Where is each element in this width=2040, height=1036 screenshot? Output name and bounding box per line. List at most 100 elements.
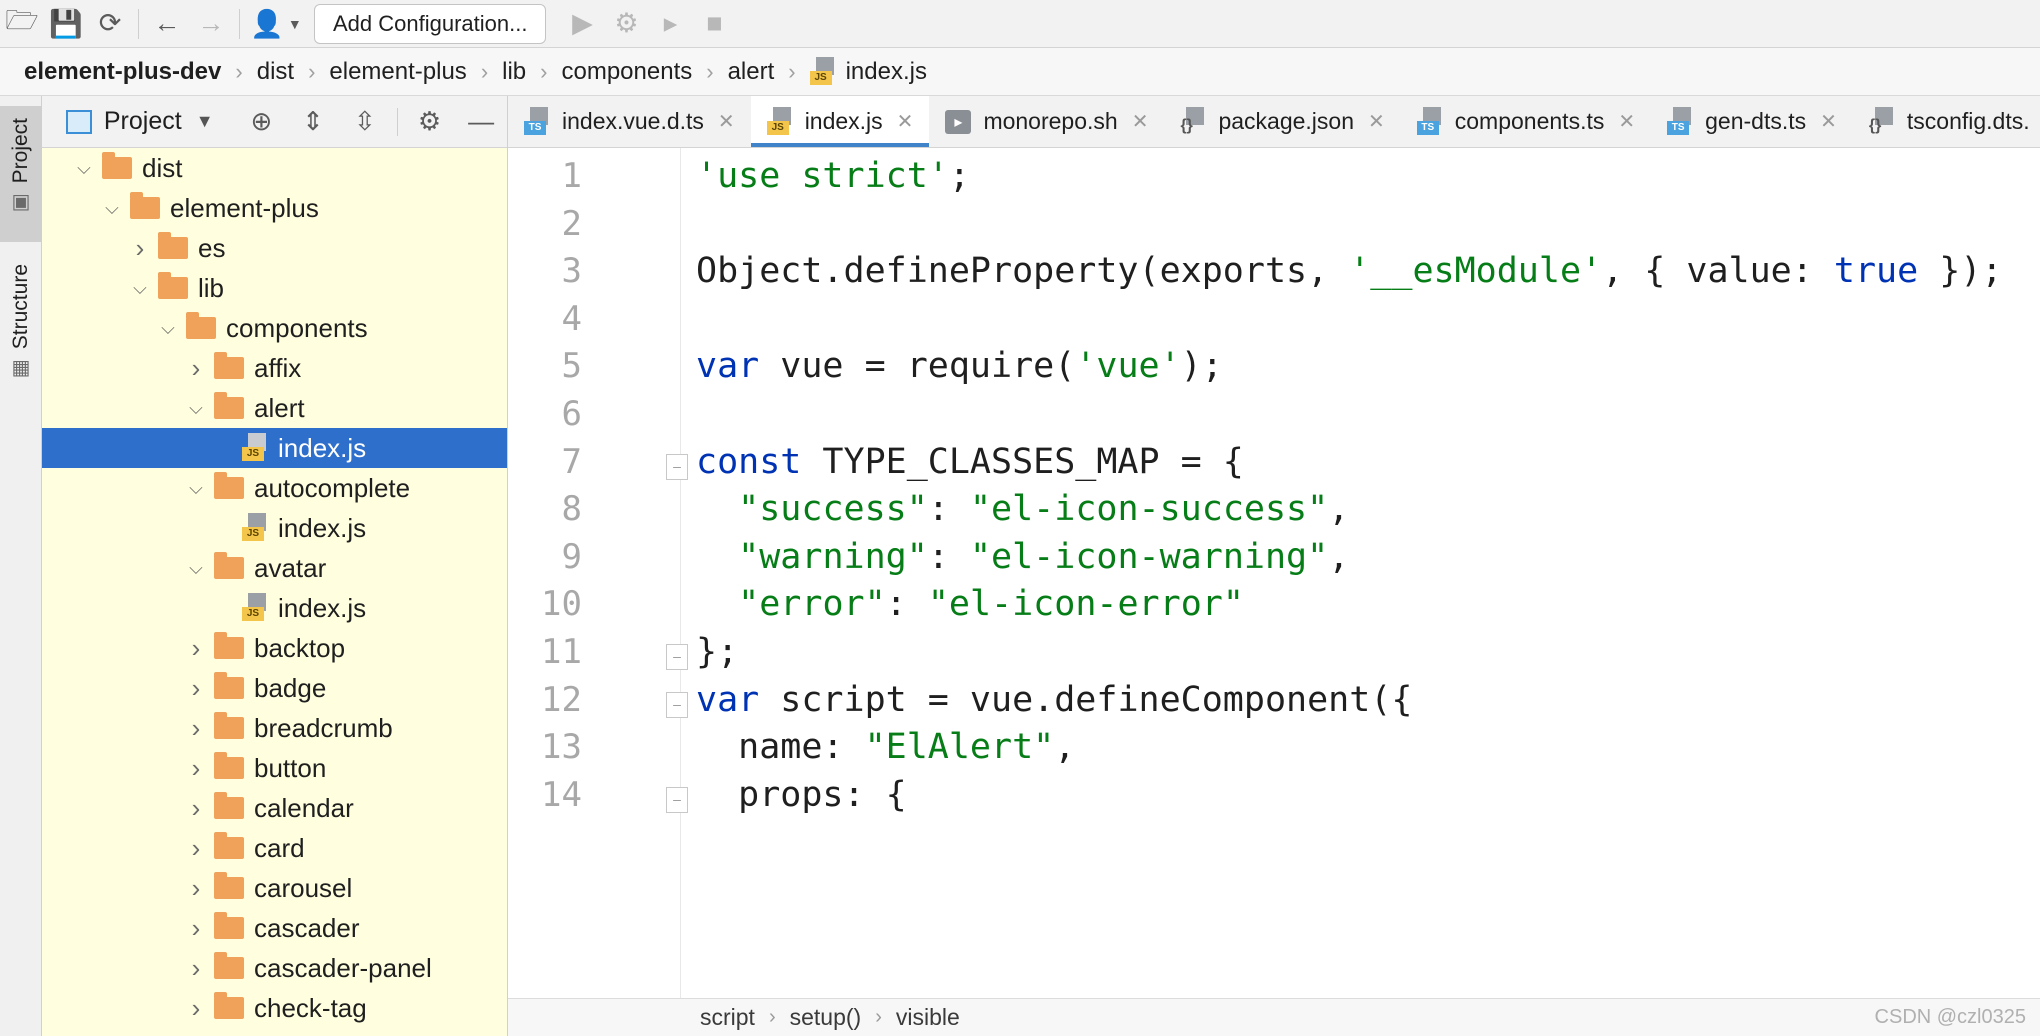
chevron-right-icon[interactable]: › — [178, 753, 214, 784]
breadcrumb-item[interactable]: element-plus-dev — [24, 58, 221, 86]
breadcrumb-item[interactable]: components — [561, 58, 692, 86]
code-text: , { value: — [1602, 251, 1834, 292]
editor-tab[interactable]: {} package.json ✕ — [1164, 96, 1400, 147]
tree-folder-row[interactable]: › affix — [42, 348, 507, 388]
breadcrumb-item[interactable]: dist — [257, 58, 294, 86]
add-configuration-button[interactable]: Add Configuration... — [314, 3, 547, 44]
locate-icon[interactable]: ⊕ — [236, 100, 288, 144]
tree-folder-row[interactable]: ⌵ dist — [42, 148, 507, 188]
chevron-down-icon[interactable]: ⌵ — [178, 558, 214, 579]
chevron-right-icon[interactable]: › — [178, 793, 214, 824]
breadcrumb-item-current[interactable]: JS index.js — [809, 56, 927, 87]
stop-icon[interactable]: ■ — [692, 4, 736, 44]
editor-tab-label: tsconfig.dts. — [1906, 108, 2030, 134]
tree-folder-row[interactable]: › calendar — [42, 788, 507, 828]
chevron-down-icon[interactable]: ⌵ — [122, 278, 158, 299]
expand-all-icon[interactable]: ⇕ — [287, 100, 339, 144]
chevron-right-icon[interactable]: › — [178, 873, 214, 904]
debug-icon[interactable]: ⚙ — [604, 4, 648, 44]
back-icon[interactable]: ← — [145, 4, 189, 44]
coverage-icon[interactable]: ▸ — [648, 4, 692, 44]
chevron-right-icon[interactable]: › — [178, 953, 214, 984]
chevron-right-icon[interactable]: › — [178, 353, 214, 384]
sync-icon[interactable]: ⟳ — [88, 4, 132, 44]
run-icon[interactable]: ▶ — [560, 4, 604, 44]
tree-file-row[interactable]: ›JSindex.js — [42, 428, 507, 468]
tree-folder-row[interactable]: ⌵ lib — [42, 268, 507, 308]
tree-folder-row[interactable]: › backtop — [42, 628, 507, 668]
tree-folder-row[interactable]: › es — [42, 228, 507, 268]
chevron-down-icon[interactable]: ⌵ — [178, 478, 214, 499]
structure-crumb[interactable]: setup() — [790, 1004, 862, 1031]
tree-folder-row[interactable]: › carousel — [42, 868, 507, 908]
close-icon[interactable]: ✕ — [897, 109, 914, 134]
breadcrumb-item[interactable]: lib — [502, 58, 526, 86]
structure-icon: ▦ — [11, 357, 31, 380]
tree-folder-row[interactable]: ⌵ avatar — [42, 548, 507, 588]
shell-file-icon: ▸ — [945, 109, 972, 134]
line-number: 5 — [561, 346, 582, 387]
chevron-right-icon[interactable]: › — [122, 233, 158, 264]
folder-icon — [214, 952, 244, 979]
editor-tab[interactable]: TS components.ts ✕ — [1401, 96, 1651, 147]
code-keyword: var — [696, 679, 760, 720]
editor-tab[interactable]: JS index.js ✕ — [750, 96, 930, 147]
open-folder-icon[interactable]: 🗁 — [0, 4, 44, 44]
line-number: 13 — [541, 727, 582, 768]
tree-folder-row[interactable]: › card — [42, 828, 507, 868]
fold-close-icon[interactable]: – — [666, 644, 688, 670]
structure-crumb[interactable]: visible — [896, 1004, 960, 1031]
tree-file-row[interactable]: ›JSindex.js — [42, 588, 507, 628]
chevron-down-icon[interactable]: ⌵ — [150, 318, 186, 339]
chevron-right-icon[interactable]: › — [178, 673, 214, 704]
chevron-right-icon: › — [768, 1006, 776, 1028]
editor-tab[interactable]: ▸ monorepo.sh ✕ — [929, 96, 1164, 147]
tree-folder-row[interactable]: › cascader-panel — [42, 948, 507, 988]
tree-file-row[interactable]: ›JSindex.js — [42, 508, 507, 548]
hide-panel-icon[interactable]: — — [455, 100, 507, 144]
project-tool-button[interactable]: Project ▣ — [0, 106, 42, 242]
tree-folder-row[interactable]: › cascader — [42, 908, 507, 948]
breadcrumb-item[interactable]: element-plus — [329, 58, 466, 86]
collapse-all-icon[interactable]: ⇳ — [339, 100, 391, 144]
chevron-down-icon[interactable]: ⌵ — [178, 398, 214, 419]
editor-tab[interactable]: TS gen-dts.ts ✕ — [1651, 96, 1853, 147]
close-icon[interactable]: ✕ — [1368, 109, 1385, 134]
close-icon[interactable]: ✕ — [1618, 109, 1635, 134]
forward-icon[interactable]: → — [189, 4, 233, 44]
chevron-right-icon[interactable]: › — [178, 993, 214, 1024]
tree-folder-row[interactable]: ⌵ alert — [42, 388, 507, 428]
user-icon[interactable]: 👤 ▼ — [246, 4, 306, 44]
chevron-right-icon[interactable]: › — [178, 633, 214, 664]
folder-icon — [158, 272, 188, 299]
chevron-right-icon[interactable]: › — [178, 713, 214, 744]
tree-folder-row[interactable]: › check-tag — [42, 988, 507, 1028]
chevron-right-icon[interactable]: › — [178, 833, 214, 864]
close-icon[interactable]: ✕ — [1132, 109, 1149, 134]
fold-open-icon[interactable]: – — [666, 691, 688, 718]
tree-folder-row[interactable]: › badge — [42, 668, 507, 708]
close-icon[interactable]: ✕ — [1820, 109, 1837, 134]
structure-crumb[interactable]: script — [700, 1004, 755, 1031]
fold-open-icon[interactable]: – — [666, 786, 688, 813]
tree-folder-row[interactable]: ⌵ components — [42, 308, 507, 348]
fold-open-icon[interactable]: – — [666, 453, 688, 480]
chevron-right-icon: › — [706, 58, 714, 84]
code-editor[interactable]: 1 2 3 4 5 6 7 8 9 10 11 12 13 14 'use strict'; Object.… — [508, 148, 2040, 998]
tree-folder-row[interactable]: › button — [42, 748, 507, 788]
project-panel-title[interactable]: Project — [104, 107, 182, 136]
tree-folder-row[interactable]: › breadcrumb — [42, 708, 507, 748]
tree-folder-row[interactable]: ⌵ autocomplete — [42, 468, 507, 508]
breadcrumb-item[interactable]: alert — [728, 58, 775, 86]
editor-tab[interactable]: {} tsconfig.dts. — [1853, 96, 2040, 147]
tree-folder-row[interactable]: ⌵ element-plus — [42, 188, 507, 228]
editor-tab[interactable]: TS index.vue.d.ts ✕ — [508, 96, 751, 147]
chevron-down-icon[interactable]: ⌵ — [94, 198, 130, 219]
close-icon[interactable]: ✕ — [718, 109, 735, 134]
gear-icon[interactable]: ⚙ — [404, 100, 456, 144]
chevron-down-icon[interactable]: ⌵ — [66, 158, 102, 179]
structure-tool-button[interactable]: Structure ▦ — [0, 254, 42, 394]
save-icon[interactable]: 💾 — [44, 4, 88, 44]
chevron-down-icon[interactable]: ▼ — [196, 111, 214, 132]
chevron-right-icon[interactable]: › — [178, 913, 214, 944]
